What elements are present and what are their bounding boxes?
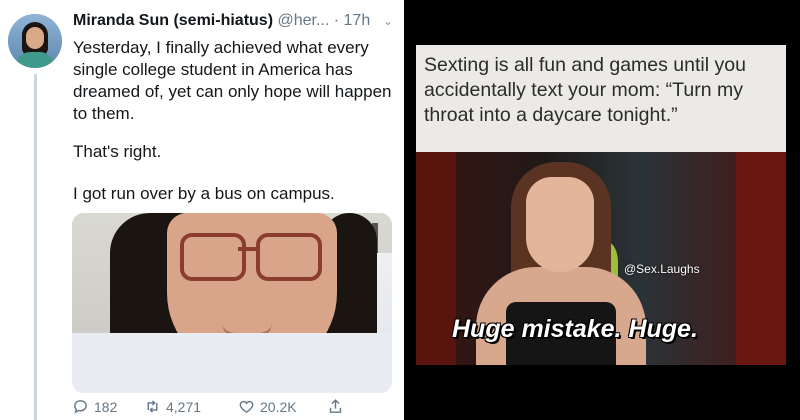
tweet-text-paragraph-1: Yesterday, I finally achieved what every…	[73, 38, 392, 123]
reply-button[interactable]: 182	[72, 398, 117, 415]
like-count: 20.2K	[260, 398, 297, 415]
meme-subtitle: Huge mistake. Huge.	[452, 315, 698, 343]
share-button[interactable]	[327, 398, 344, 415]
share-icon	[329, 399, 342, 413]
tweet-text-paragraph-3: I got run over by a bus on campus.	[73, 184, 335, 203]
tweet-actions: 182 4,271 20.2K	[72, 398, 382, 418]
meme-scene: @Sex.Laughs Huge mistake. Huge.	[416, 152, 786, 365]
meme-caption: Sexting is all fun and games until you a…	[424, 54, 746, 126]
thread-line	[34, 74, 37, 420]
tweet-card: Miranda Sun (semi-hiatus) @her... · 17h …	[0, 0, 404, 420]
tweet-timestamp[interactable]: 17h	[344, 12, 371, 29]
meme-image: Sexting is all fun and games until you a…	[416, 45, 786, 365]
author-name[interactable]: Miranda Sun (semi-hiatus)	[73, 12, 273, 29]
tweet-header: Miranda Sun (semi-hiatus) @her... · 17h …	[73, 12, 393, 34]
separator: ·	[329, 12, 344, 29]
retweet-icon	[147, 400, 158, 413]
reply-icon	[74, 400, 87, 414]
retweet-count: 4,271	[166, 398, 202, 415]
meme-watermark: @Sex.Laughs	[624, 262, 700, 276]
tweet-text-paragraph-2: That's right.	[73, 142, 162, 161]
chevron-down-icon[interactable]: ⌄	[383, 14, 393, 28]
avatar[interactable]	[8, 14, 62, 68]
like-icon	[239, 400, 254, 414]
reply-count: 182	[94, 398, 118, 415]
meme-caption-box: Sexting is all fun and games until you a…	[416, 45, 786, 152]
retweet-button[interactable]: 4,271	[144, 398, 201, 415]
author-handle[interactable]: @her...	[277, 12, 329, 29]
like-button[interactable]: 20.2K	[238, 398, 297, 415]
tweet-photo[interactable]	[72, 213, 392, 393]
